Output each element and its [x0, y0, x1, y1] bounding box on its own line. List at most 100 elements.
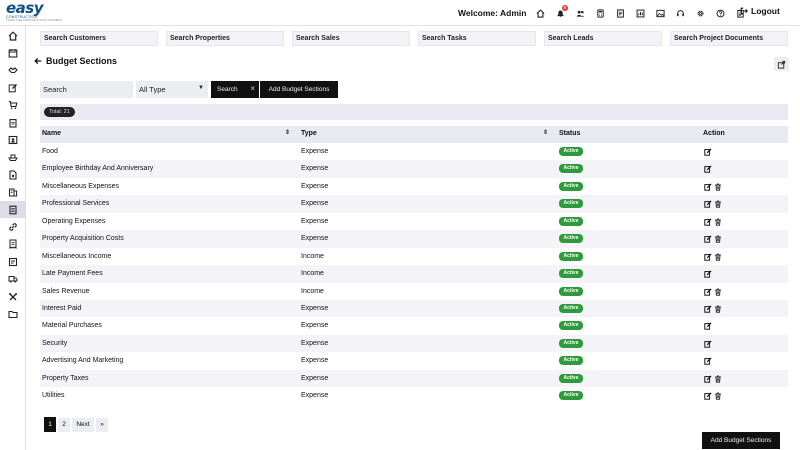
image-icon[interactable]	[650, 6, 670, 20]
sidebar-item-receipts[interactable]	[0, 236, 26, 253]
sidebar-item-home[interactable]	[0, 27, 26, 44]
edit-icon[interactable]	[703, 304, 713, 314]
status-badge: Active	[559, 234, 583, 244]
sidebar-item-tasks[interactable]	[0, 114, 26, 131]
edit-icon[interactable]	[703, 287, 713, 297]
add-budget-sections-button[interactable]: Add Budget Sections	[260, 81, 338, 98]
trash-icon[interactable]	[713, 391, 723, 401]
edit-icon[interactable]	[703, 252, 713, 262]
row-actions	[703, 391, 723, 401]
table-row: Property Acquisition Costs Expense Active	[40, 230, 788, 248]
sidebar-item-storage[interactable]	[0, 305, 26, 322]
search-project-documents-button[interactable]: Search Project Documents	[670, 31, 788, 46]
chart-icon[interactable]	[630, 6, 650, 20]
status-badge: Active	[559, 199, 583, 209]
edit-icon[interactable]	[703, 391, 713, 401]
next-page-button[interactable]: Next	[72, 417, 94, 432]
search-sales-button[interactable]: Search Sales	[292, 31, 410, 46]
sidebar-item-shipping[interactable]	[0, 149, 26, 166]
status-badge: Active	[559, 147, 583, 156]
edit-icon[interactable]	[703, 269, 713, 279]
sidebar-item-files[interactable]	[0, 166, 26, 183]
type-select[interactable]: All Type ▼	[136, 81, 208, 98]
sidebar-item-edit[interactable]	[0, 79, 26, 96]
edit-icon[interactable]	[703, 217, 713, 227]
edit-icon[interactable]	[703, 199, 713, 209]
status-badge: Active	[559, 216, 583, 226]
page-title: Budget Sections	[46, 56, 118, 66]
bell-icon[interactable]: 8	[550, 5, 570, 20]
sidebar-item-links[interactable]	[0, 218, 26, 235]
edit-icon[interactable]	[703, 182, 713, 192]
trash-icon[interactable]	[713, 374, 723, 384]
invoice-icon	[8, 257, 18, 266]
search-properties-button[interactable]: Search Properties	[166, 31, 284, 46]
edit-icon[interactable]	[703, 356, 713, 366]
trash-icon[interactable]	[713, 304, 723, 314]
sidebar-item-cart[interactable]	[0, 97, 26, 114]
edit-icon[interactable]	[703, 321, 713, 331]
sort-icon[interactable]: ⇕	[543, 129, 548, 136]
edit-icon[interactable]	[703, 234, 713, 244]
page-header: Budget Sections	[34, 56, 117, 66]
sidebar-item-vehicles[interactable]	[0, 270, 26, 287]
trash-icon[interactable]	[713, 217, 723, 227]
edit-icon[interactable]	[703, 147, 713, 157]
page-1-button[interactable]: 1	[44, 417, 56, 432]
trash-icon[interactable]	[713, 287, 723, 297]
row-type: Expense	[301, 235, 329, 243]
top-header: easy CONSTRUCTION THINK THE CONSTRUCTION…	[0, 0, 800, 26]
edit-icon[interactable]	[703, 164, 713, 174]
row-type: Income	[301, 287, 324, 295]
headset-icon[interactable]	[670, 6, 690, 20]
column-status-header: Status	[559, 130, 581, 137]
last-page-button[interactable]: »	[96, 417, 108, 432]
calculator-icon[interactable]	[590, 6, 610, 20]
page-2-button[interactable]: 2	[58, 417, 70, 432]
edit-icon[interactable]	[703, 374, 713, 384]
add-budget-sections-bottom-button[interactable]: Add Budget Sections	[702, 432, 780, 449]
help-icon[interactable]	[710, 6, 730, 20]
search-input[interactable]	[40, 81, 133, 98]
sidebar-item-invoices[interactable]	[0, 253, 26, 270]
clear-search-icon[interactable]: ×	[250, 84, 255, 93]
row-name: Employee Birthday And Anniversary	[42, 165, 154, 173]
trash-icon[interactable]	[713, 199, 723, 209]
search-tasks-button[interactable]: Search Tasks	[418, 31, 536, 46]
trash-icon[interactable]	[713, 182, 723, 192]
users-icon[interactable]	[570, 6, 590, 20]
sidebar-item-budget[interactable]	[0, 200, 26, 219]
logout-button[interactable]: Logout	[740, 6, 780, 16]
logout-icon	[740, 7, 748, 15]
search-leads-button[interactable]: Search Leads	[544, 31, 662, 46]
sidebar-item-contacts[interactable]	[0, 131, 26, 148]
search-customers-button[interactable]: Search Customers	[40, 31, 158, 46]
search-button[interactable]: Search ×	[211, 81, 259, 98]
brand-logo[interactable]: easy CONSTRUCTION THINK THE CONSTRUCTION…	[6, 0, 66, 24]
table-row: Operating Expenses Expense Active	[40, 213, 788, 230]
logo-word: easy	[6, 0, 44, 17]
document-icon[interactable]	[610, 6, 630, 20]
column-type-header[interactable]: Type	[301, 130, 317, 137]
edit-icon	[8, 83, 17, 93]
notification-badge: 8	[562, 5, 568, 11]
settings-icon[interactable]	[690, 6, 710, 20]
sidebar-item-calendar[interactable]	[0, 44, 26, 61]
table-body: Food Expense Active Employee Birthday And A…	[40, 143, 788, 405]
sidebar-item-deals[interactable]	[0, 62, 26, 79]
status-badge: Active	[559, 338, 583, 348]
back-arrow-icon[interactable]	[34, 57, 42, 65]
sidebar-item-buildings[interactable]	[0, 184, 26, 201]
home-icon[interactable]	[530, 6, 550, 20]
row-type: Expense	[301, 339, 329, 347]
export-button[interactable]	[774, 57, 789, 71]
budget-icon	[9, 205, 17, 214]
trash-icon[interactable]	[713, 234, 723, 244]
trash-icon[interactable]	[713, 252, 723, 262]
sort-icon[interactable]: ⇕	[285, 129, 290, 136]
sidebar-item-tools[interactable]	[0, 288, 26, 305]
status-badge: Active	[559, 356, 583, 366]
column-name-header[interactable]: Name	[42, 130, 61, 137]
edit-icon[interactable]	[703, 339, 713, 349]
row-type: Expense	[301, 304, 329, 312]
